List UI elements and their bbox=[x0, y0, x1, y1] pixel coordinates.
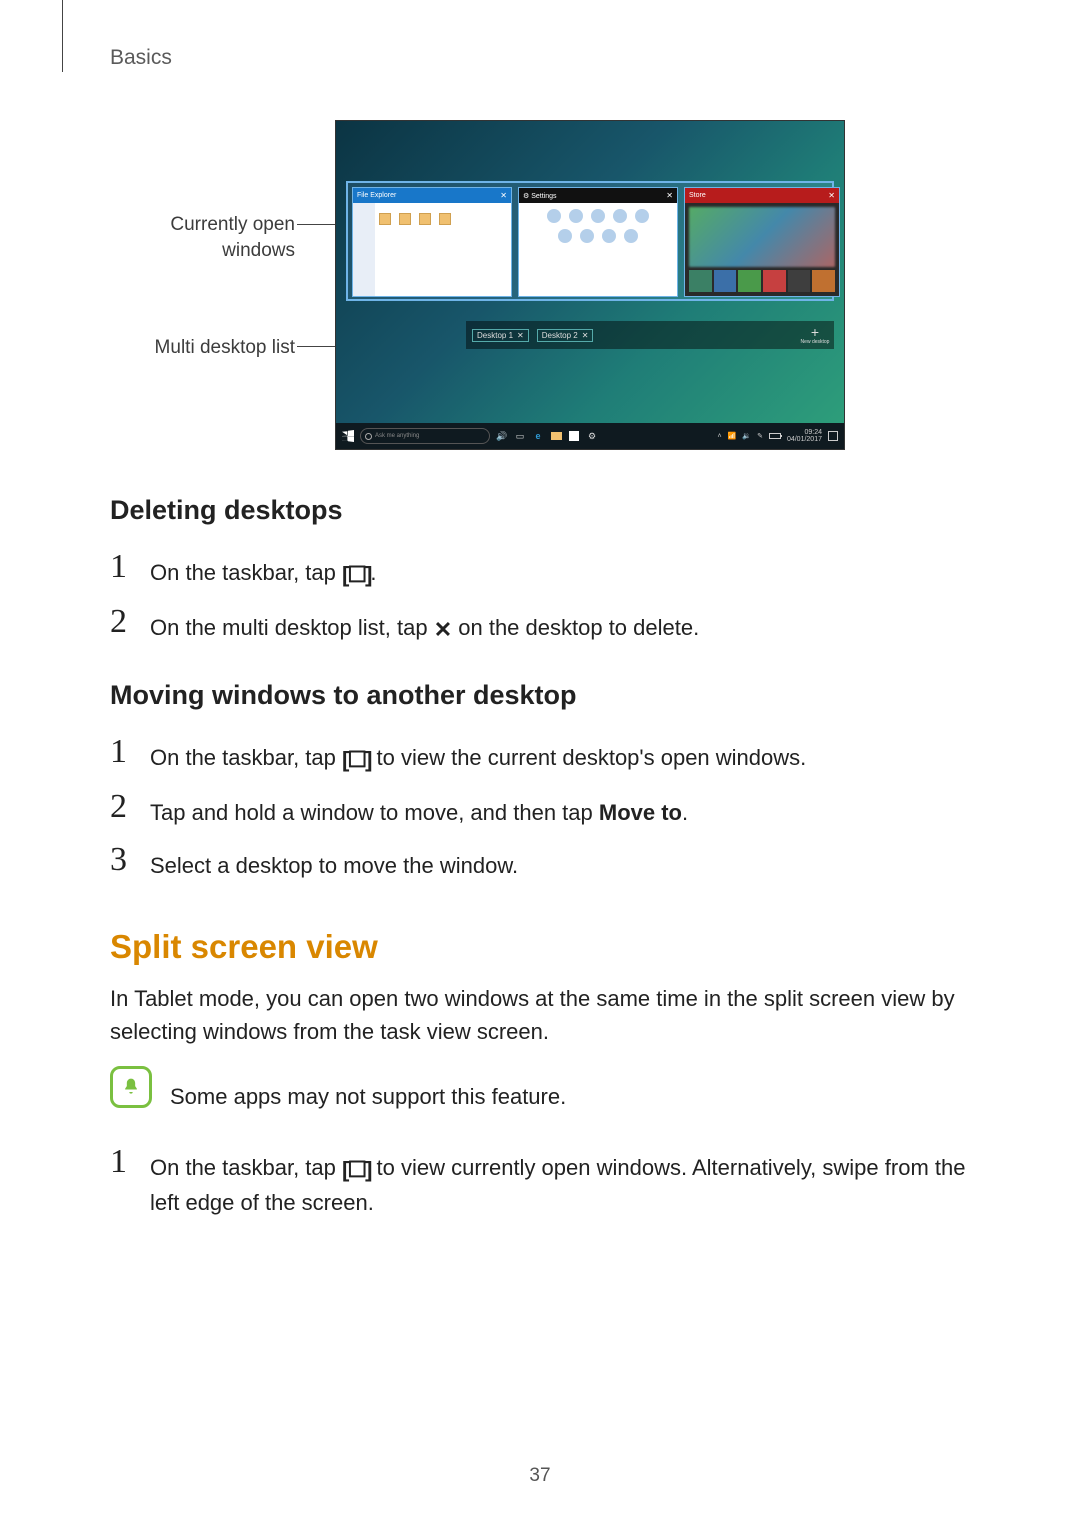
tray-up-icon: ˄ bbox=[718, 433, 722, 440]
titlebar: Store✕ bbox=[685, 188, 839, 203]
close-icon: ✕ bbox=[582, 331, 589, 340]
task-view-icon: [☐] bbox=[342, 1153, 370, 1186]
pen-icon: ✎ bbox=[757, 432, 763, 440]
desktop-tab: Desktop 2✕ bbox=[537, 329, 594, 342]
step-number: 1 bbox=[110, 1145, 136, 1179]
cortana-icon bbox=[365, 433, 372, 440]
step: 3 Select a desktop to move the window. bbox=[110, 843, 970, 882]
step-number: 3 bbox=[110, 843, 136, 877]
note: Some apps may not support this feature. bbox=[110, 1066, 970, 1121]
battery-icon bbox=[769, 433, 781, 439]
volume-icon: 🔉 bbox=[742, 432, 751, 440]
section-header: Basics bbox=[110, 46, 172, 70]
edge-icon: e bbox=[532, 430, 544, 442]
task-view-icon: [☐] bbox=[342, 558, 370, 591]
step: 1 On the taskbar, tap [☐] to view the cu… bbox=[110, 735, 970, 776]
note-text: Some apps may not support this feature. bbox=[170, 1074, 566, 1113]
window-file-explorer: File Explorer✕ bbox=[352, 187, 512, 297]
close-icon: ✕ bbox=[828, 191, 835, 200]
x-icon: ✕ bbox=[434, 613, 452, 646]
callout-multi-desktop: Multi desktop list bbox=[110, 335, 295, 361]
step-text: On the taskbar, tap [☐] to view currentl… bbox=[150, 1145, 970, 1219]
start-icon bbox=[342, 430, 354, 442]
subheading-deleting: Deleting desktops bbox=[110, 495, 970, 526]
new-desktop-button: +New desktop bbox=[796, 321, 834, 349]
search-box: Ask me anything bbox=[360, 428, 490, 444]
step-number: 2 bbox=[110, 605, 136, 639]
folder-icon bbox=[550, 430, 562, 442]
close-icon: ✕ bbox=[500, 191, 507, 200]
callout-open-windows: Currently open windows bbox=[110, 212, 295, 263]
step-text: Tap and hold a window to move, and then … bbox=[150, 790, 688, 829]
heading-split-screen: Split screen view bbox=[110, 928, 970, 966]
window-store: Store✕ bbox=[684, 187, 840, 297]
step: 2 Tap and hold a window to move, and the… bbox=[110, 790, 970, 829]
titlebar: ⚙ Settings✕ bbox=[519, 188, 677, 203]
page-content: Deleting desktops 1 On the taskbar, tap … bbox=[110, 495, 970, 1233]
desktop-tab: Desktop 1✕ bbox=[472, 329, 529, 342]
task-view-icon: ▭ bbox=[514, 430, 526, 442]
multi-desktop-bar: Desktop 1✕ Desktop 2✕ bbox=[466, 321, 834, 349]
step-number: 1 bbox=[110, 550, 136, 584]
body-text: In Tablet mode, you can open two windows… bbox=[110, 982, 970, 1048]
settings-icon: ⚙ bbox=[586, 430, 598, 442]
note-bell-icon bbox=[110, 1066, 152, 1108]
step-text: On the taskbar, tap [☐] to view the curr… bbox=[150, 735, 806, 776]
task-view-diagram: Currently open windows Multi desktop lis… bbox=[110, 120, 870, 450]
step-text: On the taskbar, tap [☐]. bbox=[150, 550, 377, 591]
leader-line bbox=[297, 224, 337, 225]
action-center-icon bbox=[828, 431, 838, 441]
step: 1 On the taskbar, tap [☐]. bbox=[110, 550, 970, 591]
open-windows-row: File Explorer✕ ⚙ Settings✕ Store✕ bbox=[346, 181, 834, 301]
close-icon: ✕ bbox=[666, 191, 673, 200]
titlebar: File Explorer✕ bbox=[353, 188, 511, 203]
step-number: 2 bbox=[110, 790, 136, 824]
taskbar: Ask me anything 🔊 ▭ e ⚙ ˄ 📶 🔉 ✎ 09:2404/… bbox=[336, 423, 844, 449]
step-text: Select a desktop to move the window. bbox=[150, 843, 518, 882]
margin-rule bbox=[62, 0, 63, 72]
windows-screenshot: File Explorer✕ ⚙ Settings✕ Store✕ Deskto… bbox=[335, 120, 845, 450]
step-text: On the multi desktop list, tap ✕ on the … bbox=[150, 605, 699, 646]
window-settings: ⚙ Settings✕ bbox=[518, 187, 678, 297]
page-number: 37 bbox=[0, 1465, 1080, 1487]
task-view-icon: [☐] bbox=[342, 743, 370, 776]
clock: 09:2404/01/2017 bbox=[787, 429, 822, 443]
close-icon: ✕ bbox=[517, 331, 524, 340]
step: 1 On the taskbar, tap [☐] to view curren… bbox=[110, 1145, 970, 1219]
wifi-icon: 📶 bbox=[728, 432, 737, 440]
store-icon bbox=[568, 430, 580, 442]
subheading-moving: Moving windows to another desktop bbox=[110, 680, 970, 711]
speaker-icon: 🔊 bbox=[496, 430, 508, 442]
step-number: 1 bbox=[110, 735, 136, 769]
step: 2 On the multi desktop list, tap ✕ on th… bbox=[110, 605, 970, 646]
bold-move-to: Move to bbox=[599, 800, 682, 825]
